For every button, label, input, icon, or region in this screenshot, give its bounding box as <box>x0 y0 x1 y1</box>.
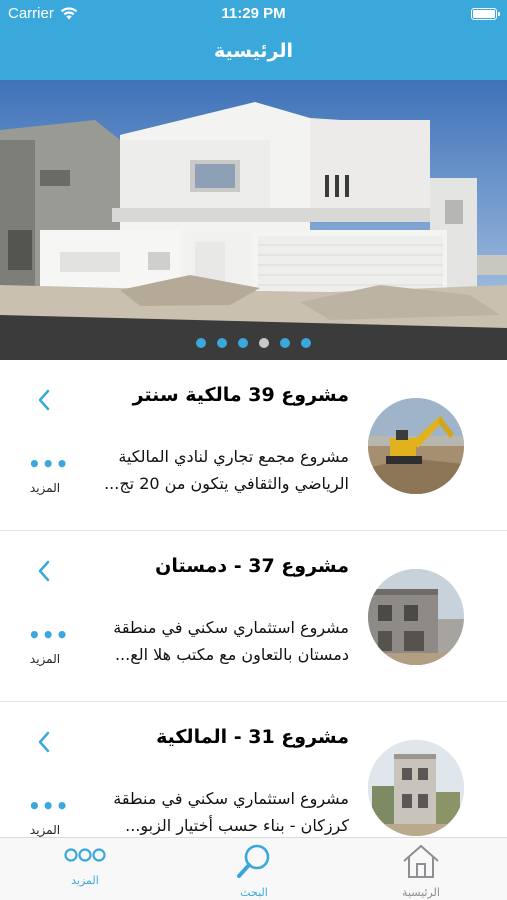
page-dot[interactable] <box>280 338 290 348</box>
description-line: مشروع استثماري سكني في منطقة <box>113 618 349 637</box>
ellipsis-icon: ••• <box>28 623 70 647</box>
more-button[interactable]: ••• المزيد <box>28 452 70 495</box>
navigation-bar: الرئيسية <box>0 28 507 80</box>
project-title: مشروع 31 - المالكية <box>156 726 349 748</box>
page-dot-active[interactable] <box>259 338 269 348</box>
project-description: مشروع مجمع تجاري لنادي المالكية الرياضي … <box>59 443 349 497</box>
chevron-left-icon[interactable] <box>36 559 52 583</box>
description-line: الرياضي والثقافي يتكون من 20 تج... <box>104 474 349 493</box>
ellipsis-icon: ••• <box>28 452 70 476</box>
tab-search-label: البحث <box>240 886 268 899</box>
hero-slider[interactable] <box>0 80 507 360</box>
project-title: مشروع 39 مالكية سنتر <box>132 384 349 406</box>
project-thumbnail <box>368 740 464 836</box>
page-dot[interactable] <box>301 338 311 348</box>
more-label: المزيد <box>29 481 61 495</box>
page-dot[interactable] <box>238 338 248 348</box>
ellipsis-circles-icon <box>64 848 106 862</box>
excavator-photo <box>368 398 464 494</box>
clock: 11:29 PM <box>221 5 286 22</box>
page-indicator[interactable] <box>0 338 507 348</box>
tab-search[interactable]: البحث <box>209 842 299 899</box>
tab-more[interactable]: المزيد <box>40 842 130 887</box>
hero-house-image <box>0 80 507 360</box>
list-item[interactable]: مشروع 37 - دمستان مشروع استثماري سكني في… <box>0 531 507 702</box>
more-label: المزيد <box>29 652 61 666</box>
page-title: الرئيسية <box>214 40 293 62</box>
project-thumbnail <box>368 569 464 665</box>
more-button[interactable]: ••• المزيد <box>28 623 70 666</box>
project-description: مشروع استثماري سكني في منطقة كرزكان - بن… <box>59 785 349 837</box>
project-description: مشروع استثماري سكني في منطقة دمستان بالت… <box>59 614 349 668</box>
project-list: مشروع 39 مالكية سنتر مشروع مجمع تجاري لن… <box>0 360 507 837</box>
list-item[interactable]: مشروع 31 - المالكية مشروع استثماري سكني … <box>0 702 507 837</box>
construction-photo <box>368 569 464 665</box>
tab-home[interactable]: الرئيسية <box>376 842 466 899</box>
status-bar: Carrier 11:29 PM <box>0 0 507 28</box>
page-dot[interactable] <box>217 338 227 348</box>
house-icon <box>403 844 439 878</box>
tab-more-label: المزيد <box>71 874 99 887</box>
chevron-left-icon[interactable] <box>36 388 52 412</box>
project-title: مشروع 37 - دمستان <box>155 555 349 577</box>
ellipsis-icon: ••• <box>28 794 70 818</box>
battery-level <box>473 10 495 18</box>
list-item[interactable]: مشروع 39 مالكية سنتر مشروع مجمع تجاري لن… <box>0 360 507 531</box>
magnifier-icon <box>237 844 270 878</box>
tab-bar: المزيد البحث الرئيسية <box>0 837 507 900</box>
chevron-left-icon[interactable] <box>36 730 52 754</box>
project-thumbnail <box>368 398 464 494</box>
description-line: مشروع مجمع تجاري لنادي المالكية <box>118 447 349 466</box>
description-line: دمستان بالتعاون مع مكتب هلا الع... <box>114 645 349 664</box>
tab-home-label: الرئيسية <box>402 886 440 899</box>
description-line: مشروع استثماري سكني في منطقة <box>113 789 349 808</box>
more-button[interactable]: ••• المزيد <box>28 794 70 837</box>
description-line: كرزكان - بناء حسب أختيار الزبو... <box>125 816 349 835</box>
page-dot[interactable] <box>196 338 206 348</box>
more-label: المزيد <box>29 823 61 837</box>
battery-icon <box>471 8 500 20</box>
building-photo <box>368 740 464 836</box>
